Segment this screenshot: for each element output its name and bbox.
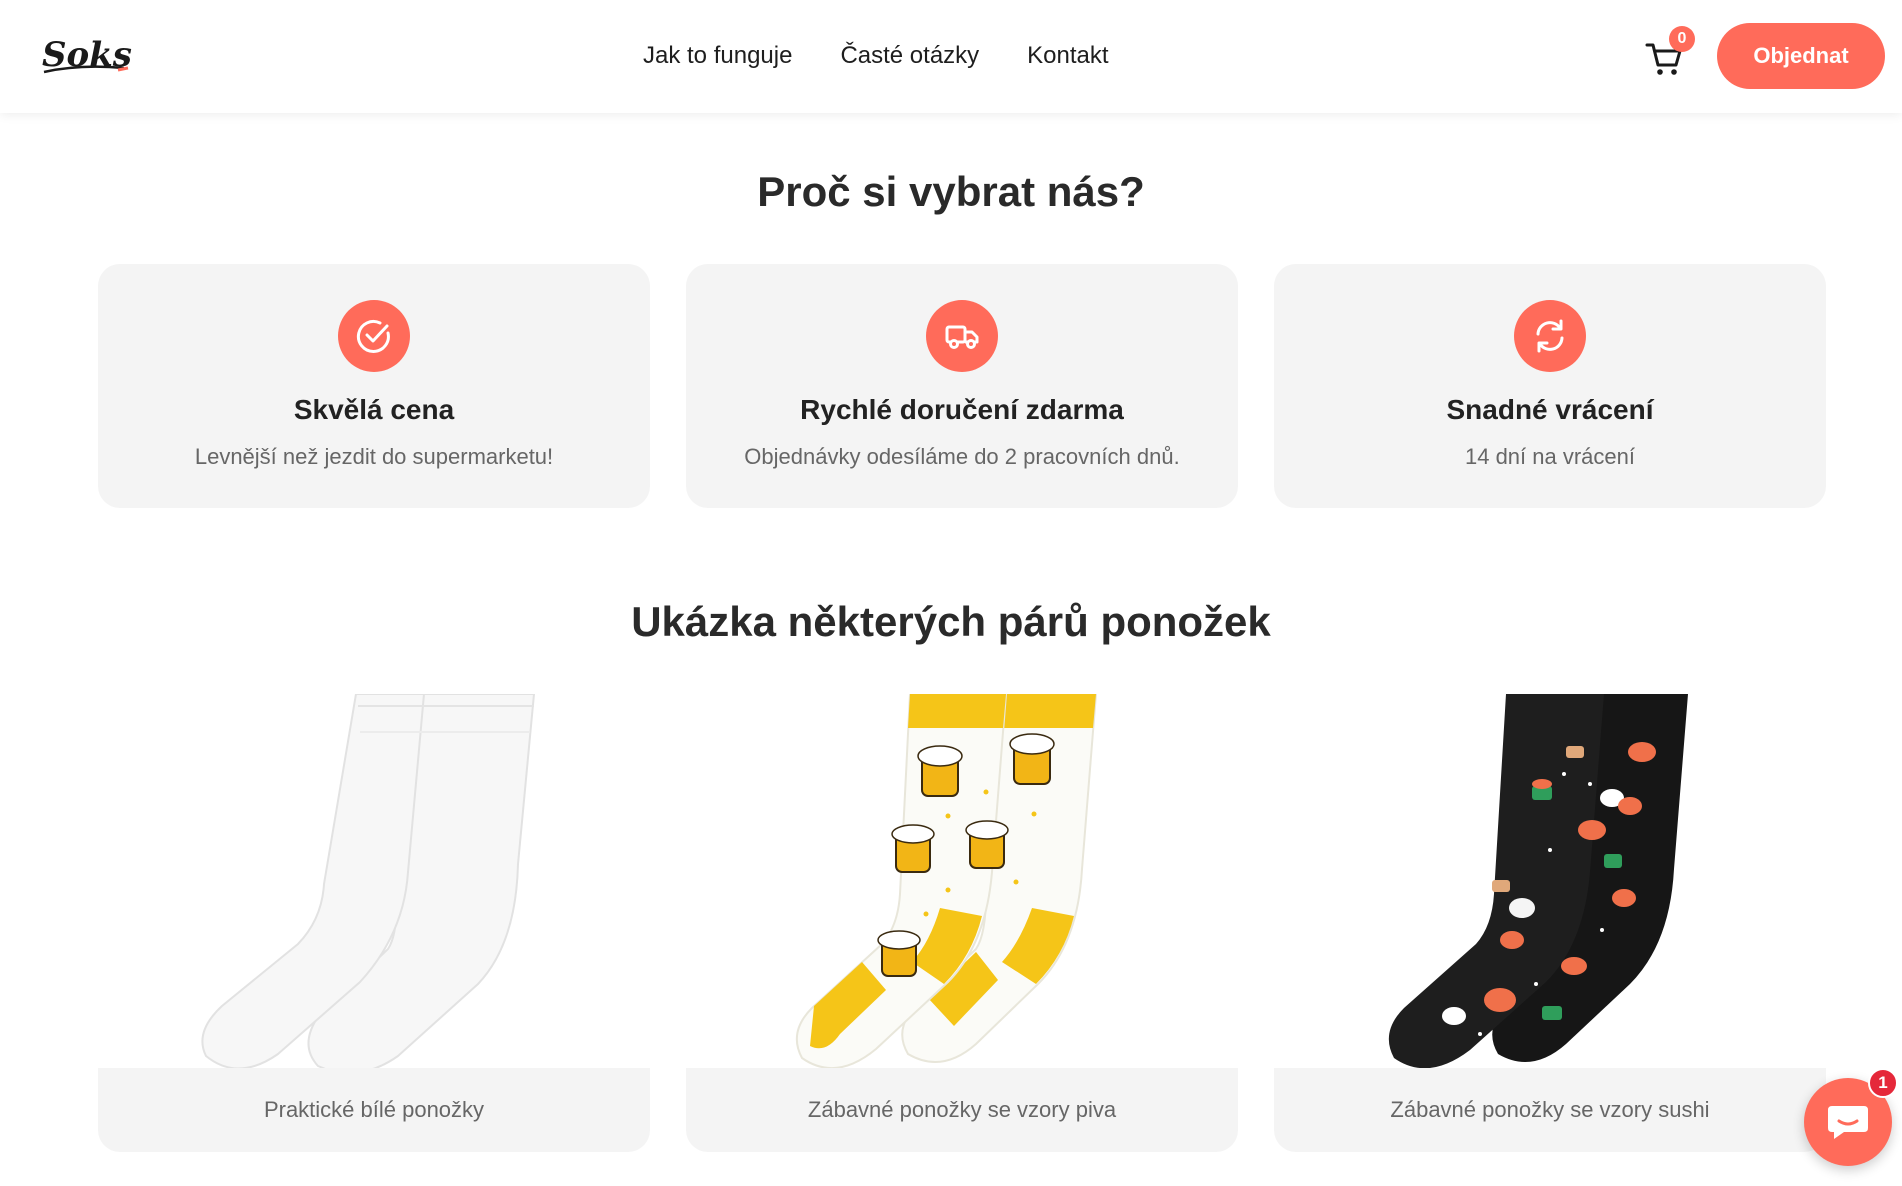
refresh-icon — [1514, 300, 1586, 372]
product-card-sushi[interactable]: Zábavné ponožky se vzory sushi — [1274, 694, 1826, 1152]
feature-card-returns: Snadné vrácení 14 dní na vrácení — [1274, 264, 1826, 508]
product-label: Praktické bílé ponožky — [98, 1068, 650, 1152]
product-card-beer[interactable]: Zábavné ponožky se vzory piva — [686, 694, 1238, 1152]
chat-unread-badge: 1 — [1868, 1068, 1898, 1098]
product-label: Zábavné ponožky se vzory sushi — [1274, 1068, 1826, 1152]
truck-icon — [926, 300, 998, 372]
nav-contact[interactable]: Kontakt — [1027, 40, 1108, 72]
feature-desc: Levnější než jezdit do supermarketu! — [194, 444, 554, 469]
feature-title: Snadné vrácení — [1446, 394, 1654, 425]
samples-title: Ukázka některých párů ponožek — [631, 598, 1271, 645]
feature-desc: 14 dní na vrácení — [1464, 444, 1635, 469]
site-header: Soks Jak to funguje Časté otázky Kontakt… — [0, 0, 1902, 113]
cart-count-badge: 0 — [1669, 26, 1695, 52]
chat-icon — [1828, 1106, 1868, 1139]
soks-logo[interactable]: Soks — [40, 30, 132, 80]
feature-title: Rychlé doručení zdarma — [800, 394, 1124, 425]
feature-card-delivery: Rychlé doručení zdarma Objednávky odesíl… — [686, 264, 1238, 508]
beer-socks-image — [686, 694, 1238, 1070]
feature-card-price: Skvělá cena Levnější než jezdit do super… — [98, 264, 650, 508]
product-label: Zábavné ponožky se vzory piva — [686, 1068, 1238, 1152]
main-nav: Jak to funguje Časté otázky Kontakt — [643, 40, 1157, 72]
white-socks-image — [98, 694, 650, 1070]
nav-faq[interactable]: Časté otázky — [840, 40, 979, 72]
feature-title: Skvělá cena — [293, 394, 455, 425]
sushi-socks-image — [1274, 694, 1826, 1070]
nav-how-it-works[interactable]: Jak to funguje — [643, 40, 792, 72]
order-button[interactable]: Objednat — [1717, 23, 1885, 89]
product-card-white[interactable]: Praktické bílé ponožky — [98, 694, 650, 1152]
check-circle-icon — [338, 300, 410, 372]
feature-desc: Objednávky odesíláme do 2 pracovních dnů… — [744, 444, 1180, 469]
why-us-title: Proč si vybrat nás? — [757, 168, 1145, 215]
